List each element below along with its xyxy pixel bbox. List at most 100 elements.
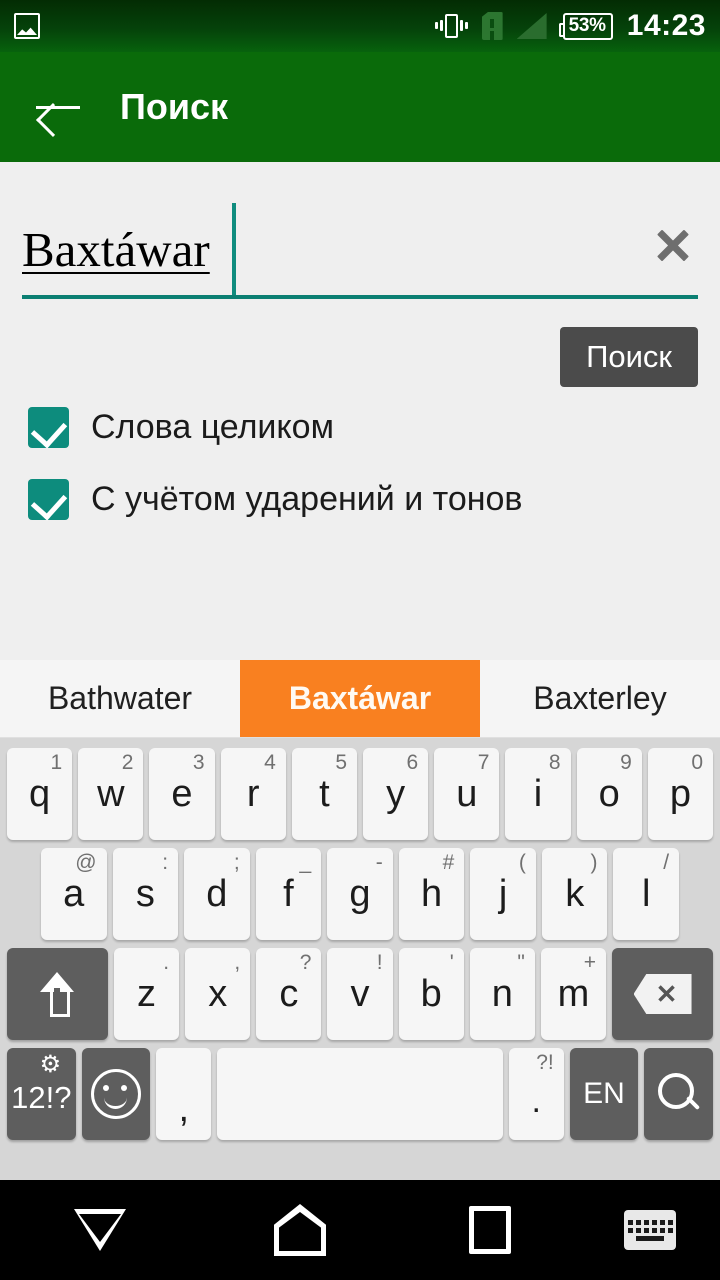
key-g[interactable]: - g xyxy=(327,848,393,940)
key-w[interactable]: 2 w xyxy=(78,748,144,840)
app-bar: Поиск xyxy=(0,52,720,162)
key-label: b xyxy=(420,973,442,1015)
key-hint: # xyxy=(442,851,455,874)
option-accents-tones-label: С учётом ударений и тонов xyxy=(91,480,523,518)
key-hint: ' xyxy=(449,951,454,974)
key-o[interactable]: 9 o xyxy=(576,748,642,840)
backspace-key[interactable]: ✕ xyxy=(612,948,714,1040)
key-hint: 0 xyxy=(691,751,704,774)
key-p[interactable]: 0 p xyxy=(647,748,714,840)
key-e[interactable]: 3 e xyxy=(149,748,215,840)
search-input-row[interactable]: Baxtáwar xyxy=(22,200,698,300)
key-hint: , xyxy=(234,951,241,974)
key-label: y xyxy=(386,773,406,815)
key-label: f xyxy=(283,873,294,915)
key-v[interactable]: ! v xyxy=(327,948,393,1040)
key-n[interactable]: " n xyxy=(469,948,535,1040)
text-caret xyxy=(232,203,236,297)
option-accents-tones[interactable]: С учётом ударений и тонов xyxy=(28,479,522,520)
suggestion-item[interactable]: Baxterley xyxy=(480,660,720,737)
key-hint: : xyxy=(162,851,169,874)
nav-recents-button[interactable] xyxy=(400,1206,580,1254)
on-screen-keyboard: 1 q 2 w 3 e 4 r 5 t 6 y 7 u 8 i 9 o 0 p … xyxy=(0,738,720,1180)
battery-level-label: 53% xyxy=(568,15,606,36)
key-label: s xyxy=(135,873,155,915)
key-z[interactable]: . z xyxy=(113,948,180,1040)
keyboard-row-1: 1 q 2 w 3 e 4 r 5 t 6 y 7 u 8 i 9 o 0 p xyxy=(3,744,717,844)
key-hint: 1 xyxy=(50,751,63,774)
phone-screen: 53% 1 4: 2 3 Поиск Baxtáwar Поиск Слова цел… xyxy=(0,0,720,1280)
key-u[interactable]: 7 u xyxy=(434,748,500,840)
key-hint: 3 xyxy=(192,751,205,774)
key-label: g xyxy=(349,873,371,915)
key-hint: 5 xyxy=(335,751,347,774)
emoji-key[interactable] xyxy=(81,1048,151,1140)
language-key-label: EN xyxy=(583,1077,625,1110)
key-hint: " xyxy=(517,951,525,974)
checkbox-whole-words[interactable] xyxy=(28,407,69,448)
key-hint: . xyxy=(163,951,170,974)
search-field-underline xyxy=(22,295,698,299)
key-i[interactable]: 8 i xyxy=(505,748,571,840)
search-button[interactable]: Поиск xyxy=(560,327,698,387)
nav-keyboard-button[interactable] xyxy=(580,1210,720,1250)
suggestion-item-active[interactable]: Baxtáwar xyxy=(240,660,480,737)
nav-back-button[interactable] xyxy=(0,1209,200,1251)
key-s[interactable]: : s xyxy=(112,848,179,940)
key-m[interactable]: + m xyxy=(540,948,607,1040)
key-hint: 4 xyxy=(264,751,276,774)
key-hint: _ xyxy=(299,851,312,874)
key-a[interactable]: @ a xyxy=(40,848,107,940)
key-label: q xyxy=(29,773,51,815)
key-r[interactable]: 4 r xyxy=(220,748,286,840)
key-label: m xyxy=(557,973,590,1015)
key-k[interactable]: ) k xyxy=(541,848,608,940)
key-label: j xyxy=(498,873,508,915)
key-hint: ? xyxy=(299,951,312,974)
key-hint: 7 xyxy=(477,751,490,774)
key-l[interactable]: / l xyxy=(613,848,680,940)
vibrate-icon xyxy=(434,12,468,40)
gear-icon[interactable]: ⚙ xyxy=(40,1053,62,1077)
symbols-key[interactable]: ⚙ 12!? xyxy=(7,1048,76,1140)
checkbox-accents-tones[interactable] xyxy=(28,479,69,520)
language-key[interactable]: EN xyxy=(569,1048,639,1140)
key-h[interactable]: # h xyxy=(398,848,465,940)
key-x[interactable]: , x xyxy=(185,948,251,1040)
comma-key[interactable]: , xyxy=(156,1048,212,1140)
back-arrow-icon[interactable] xyxy=(34,87,82,127)
key-hint: 2 xyxy=(121,751,134,774)
key-hint: @ xyxy=(75,851,97,874)
key-hint: ( xyxy=(518,851,526,874)
key-label: a xyxy=(63,873,85,915)
key-b[interactable]: ' b xyxy=(398,948,464,1040)
key-c[interactable]: ? c xyxy=(256,948,322,1040)
period-key[interactable]: ?! . xyxy=(508,1048,564,1140)
option-whole-words-label: Слова целиком xyxy=(91,408,334,446)
suggestion-item[interactable]: Bathwater xyxy=(0,660,240,737)
search-input[interactable]: Baxtáwar xyxy=(22,221,210,278)
shift-key[interactable] xyxy=(6,948,108,1040)
key-label: k xyxy=(565,873,585,915)
key-y[interactable]: 6 y xyxy=(363,748,429,840)
option-whole-words[interactable]: Слова целиком xyxy=(28,407,334,448)
key-f[interactable]: _ f xyxy=(255,848,322,940)
page-title: Поиск xyxy=(120,86,229,127)
key-label: z xyxy=(137,973,157,1015)
key-hint: ?! xyxy=(536,1051,554,1074)
nav-back-triangle-icon xyxy=(74,1209,126,1251)
key-j[interactable]: ( j xyxy=(470,848,536,940)
key-t[interactable]: 5 t xyxy=(291,748,357,840)
clear-x-icon[interactable] xyxy=(650,222,696,268)
key-label: n xyxy=(491,973,513,1015)
keyboard-row-4: ⚙ 12!? , ?! . EN xyxy=(3,1044,717,1144)
key-d[interactable]: ; d xyxy=(184,848,250,940)
symbols-key-label: 12!? xyxy=(11,1080,72,1115)
key-label: x xyxy=(208,973,228,1015)
key-label: w xyxy=(97,773,125,815)
comma-key-label: , xyxy=(178,1087,190,1130)
key-q[interactable]: 1 q xyxy=(6,748,73,840)
nav-home-button[interactable] xyxy=(200,1204,400,1256)
keyboard-search-key[interactable] xyxy=(644,1048,713,1140)
space-key[interactable] xyxy=(217,1048,503,1140)
